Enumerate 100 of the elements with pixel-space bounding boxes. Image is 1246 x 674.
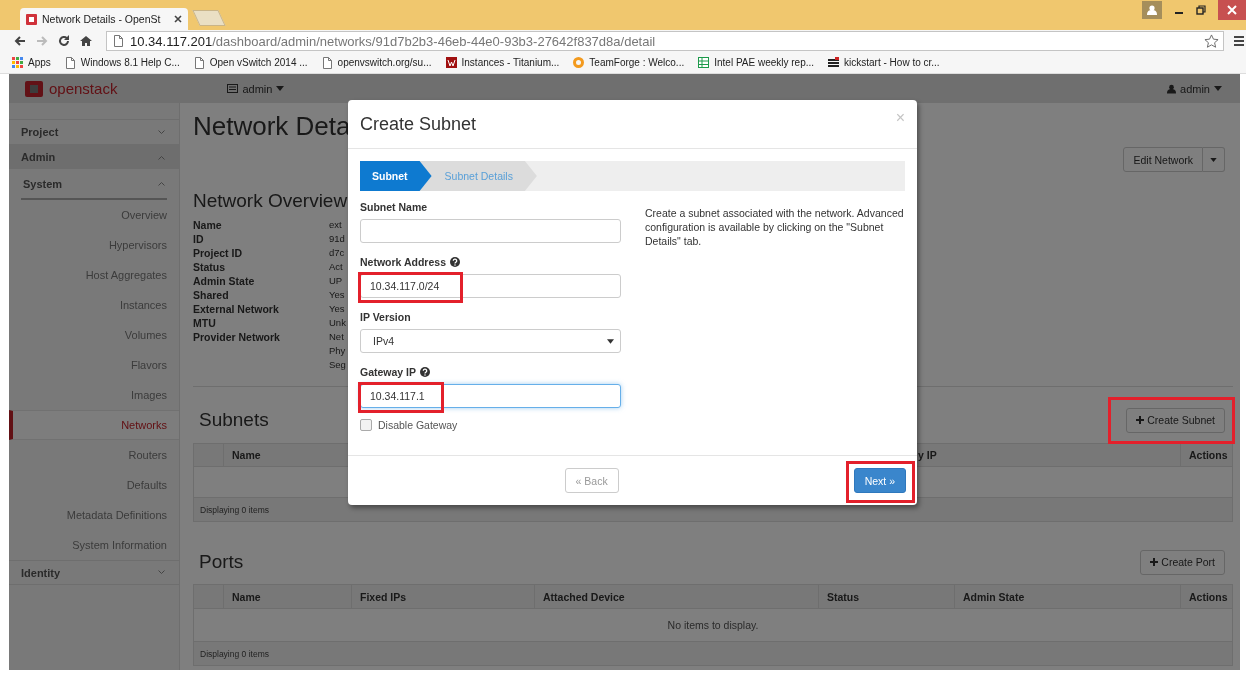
chevron-down-icon — [158, 129, 165, 135]
bookmark-link[interactable]: kickstart - How to cr... — [828, 56, 940, 69]
field-value: Phy — [329, 344, 346, 358]
field-value: UP — [329, 274, 344, 288]
chevron-up-icon — [158, 181, 165, 186]
sidebar-link[interactable]: Overview — [9, 200, 179, 230]
column-header: Status — [818, 585, 954, 608]
sidebar-section[interactable]: Admin — [9, 144, 179, 169]
close-window-button[interactable] — [1218, 0, 1246, 20]
field-value: Yes — [329, 288, 346, 302]
column-header: Actions — [1180, 585, 1232, 608]
logo-text: openstack — [49, 80, 118, 97]
favicon-icon — [445, 56, 457, 69]
sidebar-link[interactable]: Defaults — [9, 470, 179, 500]
sidebar-group[interactable]: System — [21, 169, 167, 200]
field-value: 91d — [329, 232, 346, 246]
bookmark-link[interactable]: Windows 8.1 Help C... — [64, 56, 180, 69]
field-label: Project ID — [193, 246, 243, 260]
edit-network-button[interactable]: Edit Network — [1123, 147, 1203, 172]
caret-icon — [607, 338, 614, 344]
sidebar-link[interactable]: Volumes — [9, 320, 179, 350]
field-value: d7c — [329, 246, 346, 260]
field-value: Seg — [329, 358, 346, 372]
menu-icon[interactable] — [1234, 35, 1244, 47]
bookmark-link[interactable]: Apps — [12, 56, 51, 69]
url-text: 10.34.117.201/dashboard/admin/networks/91d7b2b3-46eb-44e0-93b3-27642f837d8a/detail — [130, 33, 657, 49]
sidebar-link[interactable]: Routers — [9, 440, 179, 470]
create-button[interactable]: Create Subnet — [1126, 407, 1225, 433]
home-icon[interactable] — [80, 35, 92, 47]
field-value: Unk — [329, 316, 346, 330]
user-dropdown[interactable]: admin — [1167, 82, 1222, 95]
back-arrow-icon[interactable] — [14, 35, 26, 47]
plus-icon — [1136, 416, 1145, 424]
create-button[interactable]: Create Port — [1140, 549, 1225, 575]
plus-icon — [1150, 558, 1159, 566]
chevron-down-icon — [158, 570, 165, 575]
field-value: Yes — [329, 302, 346, 316]
bookmark-link[interactable]: Intel PAE weekly rep... — [698, 56, 815, 69]
bookmark-link[interactable]: Open vSwitch 2014 ... — [193, 56, 308, 69]
sidebar-link[interactable]: System Information — [9, 530, 179, 560]
sidebar-link[interactable]: Host Aggregates — [9, 260, 179, 290]
field-value: Net — [329, 330, 345, 344]
page-title: Network Deta — [193, 111, 351, 141]
column-header: Actions — [1180, 444, 1232, 466]
chevron-up-icon — [158, 154, 165, 160]
wizard-step[interactable]: Subnet — [360, 161, 432, 191]
logo-icon — [25, 80, 43, 97]
modal-title: Create Subnet — [360, 113, 477, 135]
profile-button[interactable] — [1142, 1, 1162, 19]
sidebar-link[interactable]: Images — [9, 380, 179, 410]
field-label: ID — [193, 232, 205, 246]
text-input[interactable]: 10.34.117.1 — [360, 384, 621, 408]
bookmark-link[interactable]: Instances - Titanium... — [445, 56, 560, 69]
sidebar-section[interactable]: Identity — [9, 560, 179, 585]
column-header: Name — [223, 585, 351, 608]
field-label: Shared — [193, 288, 230, 302]
dropdown-toggle-button[interactable] — [1203, 147, 1225, 172]
text-input[interactable]: 10.34.117.0/24 — [360, 274, 621, 298]
address-bar[interactable]: 10.34.117.201/dashboard/admin/networks/91d7b2b3-46eb-44e0-93b3-27642f837d8a/detail — [106, 31, 1224, 51]
restore-icon[interactable] — [1196, 5, 1206, 15]
bookmark-link[interactable]: TeamForge : Welco... — [573, 56, 685, 69]
close-icon[interactable] — [174, 15, 182, 23]
field-label: Provider Network — [193, 330, 281, 345]
field-label: Status — [193, 260, 227, 274]
checkbox[interactable] — [360, 419, 372, 431]
page-icon — [193, 56, 205, 69]
field-value: Act — [329, 260, 344, 274]
table-footer: Displaying 0 items — [194, 642, 1232, 665]
reload-icon[interactable] — [58, 35, 70, 47]
next-button[interactable]: Next » — [853, 468, 906, 493]
field-label: Admin State — [193, 274, 256, 288]
page-icon — [113, 35, 124, 47]
sidebar-link[interactable]: Metadata Definitions — [9, 500, 179, 530]
field-label: Subnet Name — [360, 201, 428, 213]
empty-message: No items to display. — [667, 619, 759, 631]
back-button[interactable]: « Back — [564, 468, 619, 493]
wizard-step[interactable]: Subnet Details — [419, 161, 537, 191]
bookmark-link[interactable]: openvswitch.org/su... — [321, 56, 432, 69]
sidebar-link[interactable]: Instances — [9, 290, 179, 320]
checkbox-label: Disable Gateway — [378, 419, 458, 431]
field-label: MTU — [193, 316, 217, 330]
user-icon — [1147, 5, 1157, 15]
browser-tab[interactable]: Network Details - OpenSt — [20, 8, 188, 30]
project-dropdown[interactable]: admin — [227, 82, 285, 95]
field-label: IP Version — [360, 311, 411, 323]
select-field[interactable]: IPv4 — [360, 329, 621, 353]
sidebar-link[interactable]: Flavors — [9, 350, 179, 380]
favicon-icon — [26, 13, 37, 25]
caret-icon — [1214, 86, 1222, 91]
spreadsheet-icon — [698, 56, 710, 69]
bars-icon — [828, 56, 840, 69]
column-header: Admin State — [954, 585, 1180, 608]
sidebar-link[interactable]: Hypervisors — [9, 230, 179, 260]
star-icon[interactable] — [1204, 33, 1219, 49]
help-text: Create a subnet associated with the network. Advanced configuration is available by clicking on the "Subnet Details" tab. — [645, 206, 905, 249]
monitor-icon — [227, 84, 239, 93]
text-input[interactable] — [360, 219, 621, 243]
column-header: Attached Device — [534, 585, 818, 608]
sidebar-link[interactable]: Networks — [9, 410, 179, 440]
section-heading: Subnets — [199, 409, 269, 431]
